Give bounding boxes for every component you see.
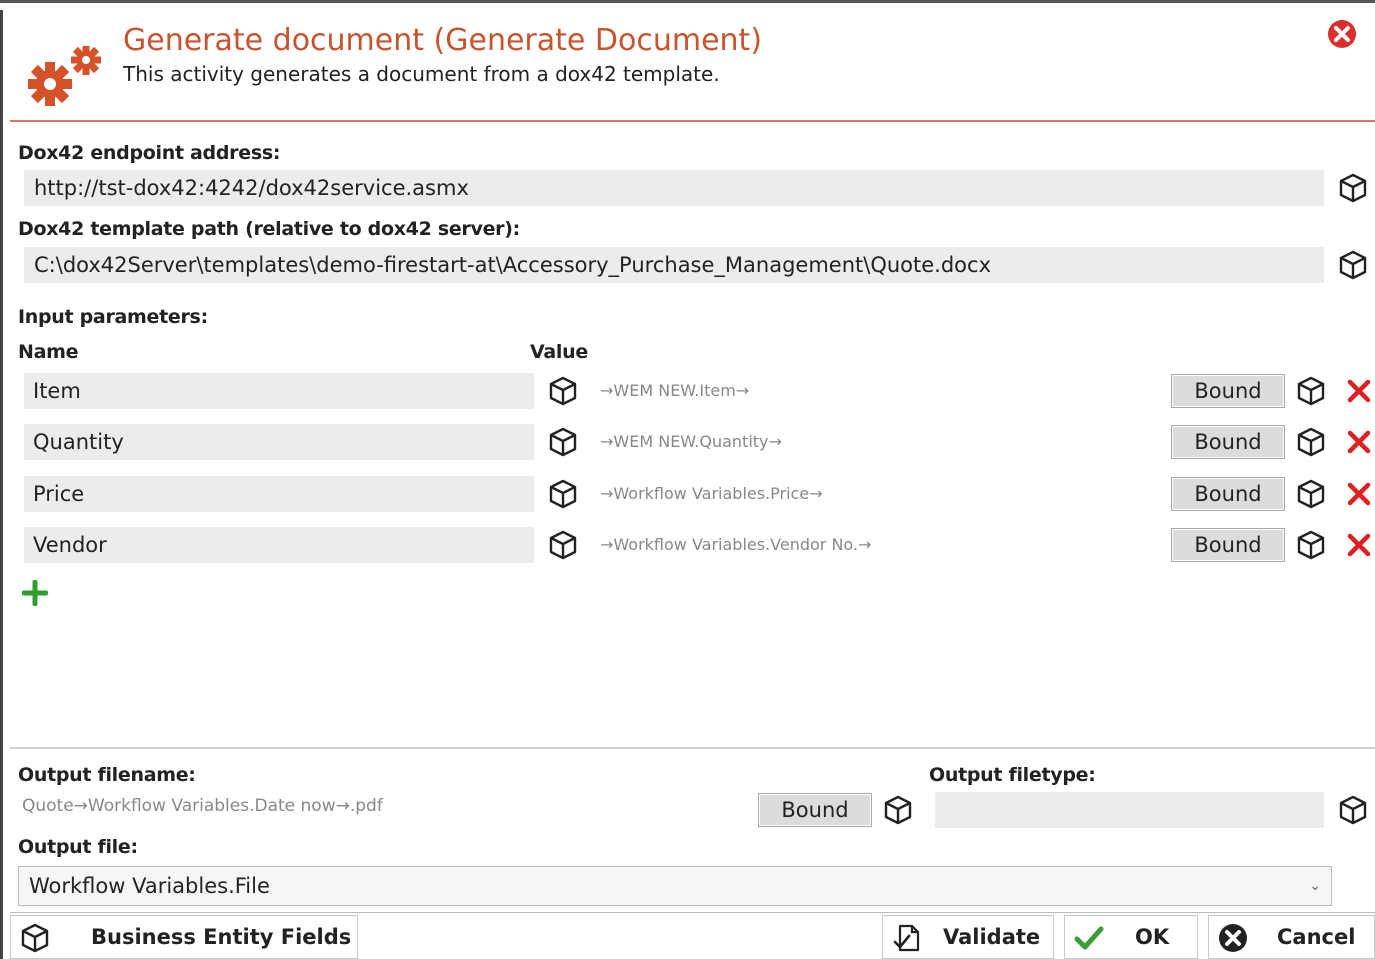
validate-document-icon [893, 924, 920, 952]
input-parameters-label: Input parameters: [18, 306, 208, 328]
cube-icon [19, 922, 51, 954]
validate-button[interactable]: Validate [882, 915, 1054, 959]
dialog-title: Generate document (Generate Document) [123, 23, 763, 58]
param-value-text[interactable]: →WEM NEW.Item→ [600, 373, 749, 409]
param-bound-button[interactable]: Bound [1171, 528, 1285, 562]
param-name-input[interactable]: Price [24, 476, 534, 512]
output-filetype-label: Output filetype: [929, 764, 1096, 786]
dialog-subtitle: This activity generates a document from … [123, 62, 720, 86]
close-icon[interactable] [1326, 18, 1358, 50]
param-name-input[interactable]: Vendor [24, 527, 534, 563]
param-name-cube-icon[interactable] [547, 375, 579, 407]
param-bound-button[interactable]: Bound [1171, 374, 1285, 408]
output-filename-cube-icon[interactable] [882, 794, 914, 826]
output-file-selected-value: Workflow Variables.File [29, 874, 270, 898]
param-value-cube-icon[interactable] [1295, 426, 1327, 458]
cancel-icon [1219, 924, 1247, 952]
param-name-cube-icon[interactable] [547, 478, 579, 510]
param-value-cube-icon[interactable] [1295, 529, 1327, 561]
param-value-cube-icon[interactable] [1295, 478, 1327, 510]
output-filename-value[interactable]: Quote→Workflow Variables.Date now→.pdf [22, 796, 383, 816]
cancel-button[interactable]: Cancel [1208, 915, 1375, 959]
template-path-label: Dox42 template path (relative to dox42 s… [18, 218, 520, 240]
param-name-cube-icon[interactable] [547, 529, 579, 561]
validate-label: Validate [943, 925, 1041, 949]
output-file-select[interactable]: Workflow Variables.File ⌄ [18, 866, 1332, 906]
template-path-input[interactable]: C:\dox42Server\templates\demo-firestart-… [24, 247, 1324, 283]
output-filetype-cube-icon[interactable] [1337, 794, 1369, 826]
delete-param-icon[interactable] [1346, 481, 1372, 507]
output-filetype-input[interactable] [935, 792, 1324, 828]
delete-param-icon[interactable] [1346, 532, 1372, 558]
add-param-plus-icon[interactable] [22, 580, 48, 606]
output-file-label: Output file: [18, 836, 138, 858]
checkmark-icon [1074, 926, 1104, 950]
param-name-input[interactable]: Quantity [24, 424, 534, 460]
param-bound-button[interactable]: Bound [1171, 477, 1285, 511]
output-filename-label: Output filename: [18, 764, 196, 786]
delete-param-icon[interactable] [1346, 378, 1372, 404]
chevron-down-icon: ⌄ [1309, 878, 1321, 894]
business-entity-fields-button[interactable]: Business Entity Fields [10, 915, 358, 959]
param-value-text[interactable]: →Workflow Variables.Vendor No.→ [600, 527, 871, 563]
template-path-binding-cube-icon[interactable] [1337, 249, 1369, 281]
ok-button[interactable]: OK [1064, 915, 1198, 959]
param-name-cube-icon[interactable] [547, 426, 579, 458]
column-header-name: Name [18, 341, 79, 363]
param-bound-button[interactable]: Bound [1171, 425, 1285, 459]
ok-label: OK [1135, 925, 1170, 949]
endpoint-input[interactable]: http://tst-dox42:4242/dox42service.asmx [24, 170, 1324, 206]
endpoint-label: Dox42 endpoint address: [18, 142, 281, 164]
dialog-left-border [0, 10, 3, 959]
param-name-input[interactable]: Item [24, 373, 534, 409]
business-entity-fields-label: Business Entity Fields [91, 925, 352, 949]
dialog-header: Generate document (Generate Document) Th… [10, 10, 1375, 122]
param-value-text[interactable]: →Workflow Variables.Price→ [600, 476, 823, 512]
delete-param-icon[interactable] [1346, 429, 1372, 455]
param-value-text[interactable]: →WEM NEW.Quantity→ [600, 424, 782, 460]
param-value-cube-icon[interactable] [1295, 375, 1327, 407]
gears-icon [28, 46, 101, 106]
endpoint-binding-cube-icon[interactable] [1337, 172, 1369, 204]
column-header-value: Value [530, 341, 588, 363]
cancel-label: Cancel [1277, 925, 1356, 949]
output-filename-bound-button[interactable]: Bound [758, 793, 872, 827]
section-divider [10, 747, 1375, 749]
